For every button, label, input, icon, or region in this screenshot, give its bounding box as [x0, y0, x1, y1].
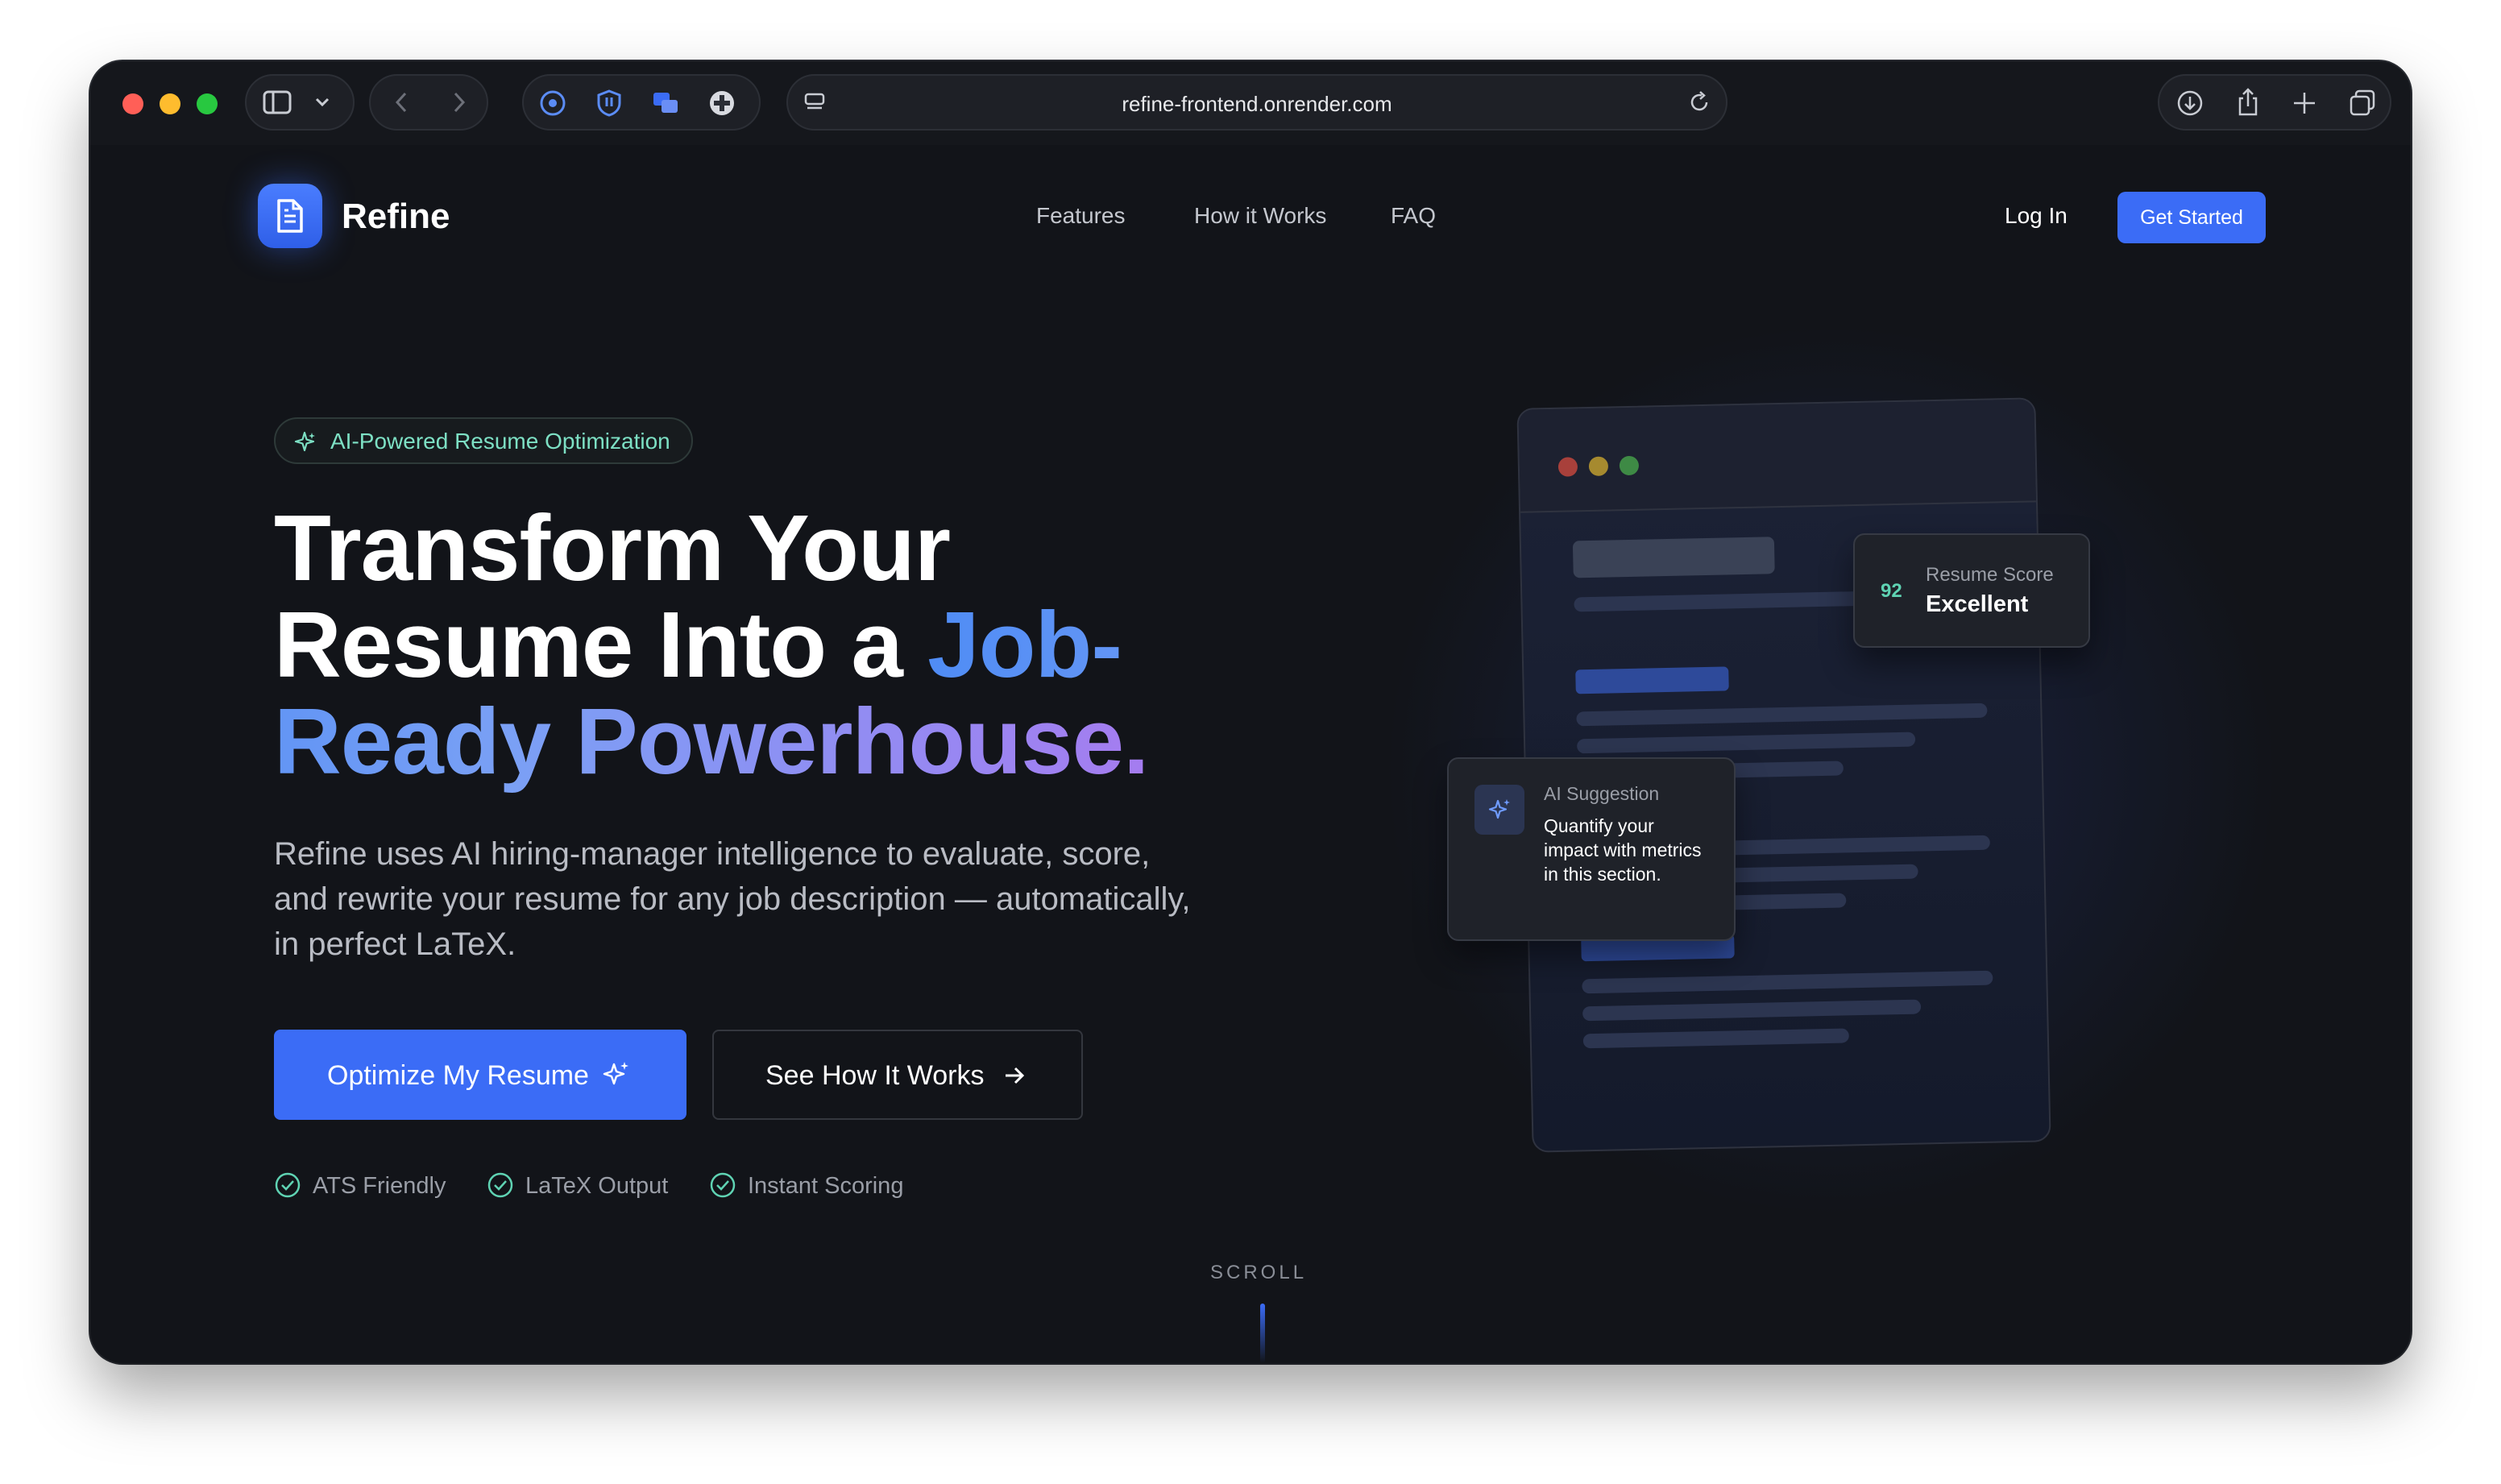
scroll-indicator-line — [1260, 1304, 1265, 1363]
mockup-line — [1577, 732, 1916, 754]
tab-overview-icon[interactable] — [2348, 89, 2377, 118]
extensions-group — [522, 74, 761, 131]
get-started-button[interactable]: Get Started — [2117, 192, 2266, 243]
sidebar-icon — [263, 90, 292, 114]
feature-label: LaTeX Output — [525, 1173, 669, 1199]
chevron-down-icon — [315, 97, 330, 107]
mockup-titlebar — [1518, 399, 2036, 513]
optimize-resume-label: Optimize My Resume — [327, 1060, 589, 1091]
address-bar[interactable]: refine-frontend.onrender.com — [786, 74, 1727, 131]
hero-title: Transform Your Resume Into a Job-Ready P… — [274, 500, 1321, 790]
mockup-line — [1582, 1028, 1849, 1049]
hero-title-plain: Transform Your Resume Into a — [274, 495, 951, 697]
mockup-dot-red — [1557, 457, 1578, 477]
back-icon[interactable] — [390, 90, 414, 114]
mockup-dot-green — [1619, 455, 1640, 476]
feature-instant-scoring: Instant Scoring — [710, 1172, 904, 1200]
browser-toolbar: refine-frontend.onrender.com — [90, 61, 2411, 145]
nav-link-how-it-works[interactable]: How it Works — [1194, 203, 1326, 229]
document-icon — [277, 199, 303, 233]
optimize-resume-button[interactable]: Optimize My Resume — [274, 1030, 686, 1120]
history-navigation — [369, 74, 488, 131]
scroll-indicator-label: SCROLL — [1210, 1262, 1308, 1283]
login-link[interactable]: Log In — [2005, 203, 2068, 229]
ai-suggestion-title: AI Suggestion — [1544, 783, 1660, 804]
mockup-heading-bar — [1572, 537, 1775, 578]
sidebar-toggle-button[interactable] — [245, 74, 355, 131]
hero-subtitle: Refine uses AI hiring-manager intelligen… — [274, 836, 1191, 962]
see-how-it-works-label: See How It Works — [765, 1060, 985, 1091]
url-text: refine-frontend.onrender.com — [1122, 92, 1392, 116]
feature-ats-friendly: ATS Friendly — [275, 1172, 446, 1200]
feature-latex-output: LaTeX Output — [487, 1172, 669, 1200]
sparkle-icon — [1488, 799, 1510, 819]
mockup-section-bar — [1575, 666, 1729, 694]
ai-suggestion-card: AI Suggestion Quantify your impact with … — [1447, 757, 1736, 941]
share-icon[interactable] — [2233, 87, 2263, 118]
browser-window: refine-frontend.onrender.com Refine Feat… — [90, 61, 2411, 1363]
sparkle-icon — [294, 431, 315, 452]
sparkle-icon — [603, 1062, 628, 1085]
download-icon[interactable] — [2175, 89, 2204, 118]
game-extension-icon[interactable] — [707, 89, 736, 118]
reload-icon[interactable] — [1687, 90, 1711, 114]
arrow-right-icon — [1006, 1067, 1025, 1084]
new-tab-icon[interactable] — [2292, 90, 2317, 116]
ai-suggestion-icon-box — [1474, 785, 1524, 835]
shield-extension-icon[interactable] — [595, 89, 624, 118]
mockup-line — [1576, 703, 1988, 727]
hero-badge-label: AI-Powered Resume Optimization — [330, 429, 670, 454]
mockup-dot-yellow — [1588, 456, 1609, 476]
browser-actions — [2158, 74, 2391, 131]
brand-name[interactable]: Refine — [342, 197, 450, 237]
hero-badge: AI-Powered Resume Optimization — [274, 417, 693, 464]
check-circle-icon — [710, 1172, 736, 1198]
see-how-it-works-button[interactable]: See How It Works — [712, 1030, 1083, 1120]
resume-score-label: Resume Score — [1926, 564, 2054, 586]
forward-icon[interactable] — [446, 90, 471, 114]
close-window-button[interactable] — [122, 93, 143, 114]
feature-label: Instant Scoring — [748, 1173, 904, 1199]
minimize-window-button[interactable] — [160, 93, 180, 114]
mockup-line — [1582, 999, 1922, 1022]
check-circle-icon — [487, 1172, 513, 1198]
feature-label: ATS Friendly — [313, 1173, 446, 1199]
resume-score-card: 92 Resume Score Excellent — [1853, 533, 2090, 648]
nav-link-faq[interactable]: FAQ — [1391, 203, 1436, 229]
logo[interactable] — [258, 184, 322, 248]
resume-score-rating: Excellent — [1926, 591, 2029, 617]
nav-link-features[interactable]: Features — [1036, 203, 1126, 229]
resume-score-value: 92 — [1881, 580, 1902, 602]
check-circle-icon — [275, 1172, 301, 1198]
ai-suggestion-text: Quantify your impact with metrics in thi… — [1544, 815, 1702, 885]
mockup-line — [1582, 970, 1993, 994]
speed-extension-icon[interactable] — [538, 89, 567, 118]
maximize-window-button[interactable] — [197, 93, 218, 114]
translate-extension-icon[interactable] — [651, 89, 680, 118]
